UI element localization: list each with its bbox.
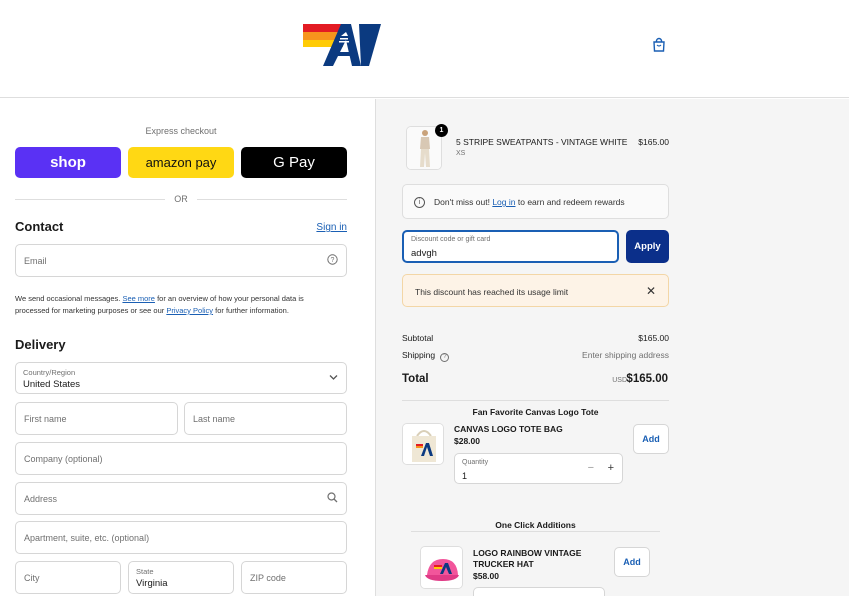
add-hat-button[interactable]: Add [614,547,650,577]
help-icon[interactable]: ? [327,253,338,268]
first-name-placeholder: First name [24,413,67,424]
discount-label: Discount code or gift card [411,236,491,243]
site-header [0,0,849,98]
brand-logo[interactable] [303,22,383,68]
note-text: We send occasional messages. [15,294,121,303]
subtotal-row: Subtotal $165.00 [402,333,669,343]
discount-error-banner: This discount has reached its usage limi… [402,274,669,307]
subtotal-label: Subtotal [402,333,434,343]
delivery-title: Delivery [15,337,66,352]
zip-placeholder: ZIP code [250,572,286,583]
apartment-placeholder: Apartment, suite, etc. (optional) [24,532,150,543]
upsell-product-price: $58.00 [473,571,499,581]
last-name-field[interactable]: Last name [184,402,347,435]
city-placeholder: City [24,572,40,583]
upsell-name-line2: TRUCKER HAT [473,559,534,569]
shop-pay-label: shop [50,154,86,171]
add-tote-button[interactable]: Add [633,424,669,454]
address-placeholder: Address [24,493,58,504]
minus-icon[interactable]: − [588,462,594,474]
state-label: State [136,567,154,576]
search-icon [327,491,338,506]
shipping-label: Shipping [402,350,436,360]
quantity-badge: 1 [435,124,448,137]
total-currency: USD [612,377,627,384]
company-placeholder: Company (optional) [24,453,103,464]
discount-value: advgh [411,248,437,259]
plus-icon[interactable]: + [608,462,614,474]
shipping-row: Shipping ? Enter shipping address [402,350,669,362]
shopping-bag-icon[interactable] [651,37,667,53]
last-name-placeholder: Last name [193,413,236,424]
contact-title: Contact [15,219,64,234]
error-text: This discount has reached its usage limi… [415,287,569,297]
google-pay-label: G Pay [273,154,315,171]
upsell-product-price: $28.00 [454,436,480,446]
checkout-form: Express checkout shop amazon pay G Pay O… [0,99,375,596]
apartment-field[interactable]: Apartment, suite, etc. (optional) [15,521,347,554]
upsell-name-line1: LOGO RAINBOW VINTAGE [473,548,582,558]
log-in-link[interactable]: Log in [492,197,515,207]
rewards-pre: Don't miss out! [434,197,490,207]
quantity-value: 1 [462,471,468,481]
rewards-post: to earn and redeem rewards [517,197,625,207]
address-field[interactable]: Address [15,482,347,515]
first-name-field[interactable]: First name [15,402,178,435]
note-text: for further information. [215,306,289,315]
product-price: $165.00 [638,137,669,147]
state-value: Virginia [136,578,168,589]
country-select[interactable]: Country/Region United States [15,362,347,394]
upsell-product-name: LOGO RAINBOW VINTAGE TRUCKER HAT [473,548,581,570]
rewards-text: Don't miss out! Log in to earn and redee… [434,197,625,207]
amazon-pay-button[interactable]: amazon pay [128,147,234,178]
quantity-stepper[interactable] [473,587,605,596]
close-icon[interactable]: ✕ [646,284,656,298]
city-field[interactable]: City [15,561,121,594]
zip-field[interactable]: ZIP code [241,561,347,594]
svg-text:?: ? [331,257,335,264]
tote-bag-image [402,423,444,465]
trucker-hat-image [420,546,463,589]
express-checkout-label: Express checkout [145,126,217,136]
quantity-label: Quantity [462,459,489,466]
upsell-product-name: CANVAS LOGO TOTE BAG [454,424,563,434]
apply-button[interactable]: Apply [626,230,669,263]
product-name: 5 STRIPE SWEATPANTS - VINTAGE WHITE [456,137,628,147]
product-variant: XS [456,150,466,157]
email-placeholder: Email [24,255,47,266]
help-icon[interactable]: ? [440,353,450,362]
see-more-link[interactable]: See more [122,294,155,303]
privacy-policy-link[interactable]: Privacy Policy [166,306,213,315]
rewards-banner: i Don't miss out! Log in to earn and red… [402,184,669,219]
google-pay-button[interactable]: G Pay [241,147,347,178]
quantity-stepper[interactable]: Quantity 1 − + [454,453,623,484]
total-label: Total [402,373,429,385]
shop-pay-button[interactable]: shop [15,147,121,178]
state-select[interactable]: State Virginia [128,561,234,594]
upsell-title: One Click Additions [495,520,576,530]
order-summary: 1 5 STRIPE SWEATPANTS - VINTAGE WHITE XS… [375,99,849,596]
info-icon: i [414,197,425,208]
divider [411,531,660,532]
upsell-title: Fan Favorite Canvas Logo Tote [472,407,599,417]
discount-code-input[interactable]: Discount code or gift card advgh [402,230,619,263]
sign-in-link[interactable]: Sign in [316,222,347,233]
company-field[interactable]: Company (optional) [15,442,347,475]
total-value: $165.00 [626,373,668,385]
marketing-note: We send occasional messages. See more fo… [15,293,335,317]
country-label: Country/Region [23,368,76,377]
country-value: United States [23,379,81,390]
shipping-value: Enter shipping address [582,350,669,360]
divider [197,199,347,200]
amazon-pay-label: amazon pay [145,155,217,170]
email-field[interactable]: Email ? [15,244,347,277]
divider [402,400,669,401]
chevron-down-icon [329,373,338,384]
subtotal-value: $165.00 [638,333,669,343]
